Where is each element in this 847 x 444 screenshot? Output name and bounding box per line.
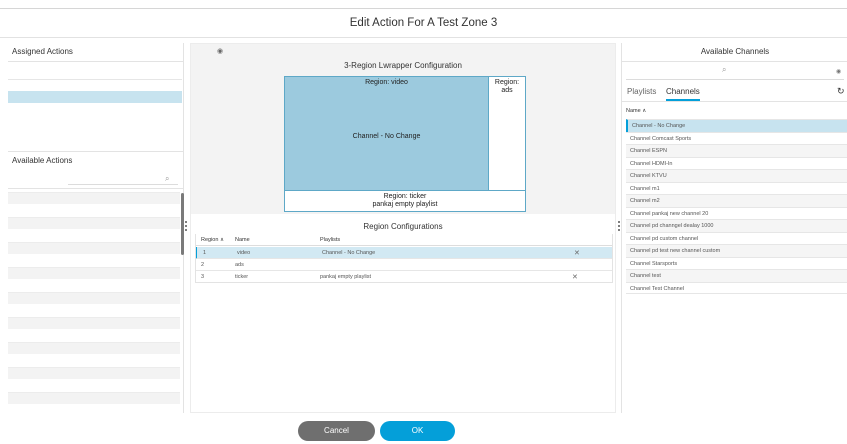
actions-panel: Assigned Actions Available Actions ⌕ xyxy=(0,43,184,413)
divider xyxy=(622,61,847,62)
available-action-row[interactable] xyxy=(8,392,180,404)
available-action-row[interactable] xyxy=(8,317,180,329)
divider xyxy=(8,188,184,189)
dialog-title: Edit Action For A Test Zone 3 xyxy=(349,17,498,29)
region-configurations-title: Region Configurations xyxy=(363,222,443,231)
list-item[interactable]: Channel - No Change xyxy=(626,119,847,132)
available-action-row[interactable] xyxy=(8,267,180,279)
available-channels-title: Available Channels xyxy=(700,47,770,56)
configuration-title: 3-Region Lwrapper Configuration xyxy=(344,61,462,70)
column-header-region[interactable]: Region ∧ xyxy=(201,237,224,243)
list-item[interactable]: Channel ESPN xyxy=(626,144,847,157)
eye-icon[interactable]: ◉ xyxy=(836,68,841,75)
table-row[interactable]: 3 ticker pankaj empty playlist ✕ xyxy=(195,271,613,283)
region-ads-label: Region: ads xyxy=(494,79,520,94)
region-video-content: Channel - No Change xyxy=(352,133,421,140)
list-item[interactable]: Channel pd channgel dealay 1000 xyxy=(626,219,847,232)
sort-up-icon[interactable]: ∧ xyxy=(220,237,224,243)
table-header: Region ∧ Name Playlists xyxy=(195,234,613,246)
divider xyxy=(8,151,184,152)
refresh-icon[interactable]: ↻ xyxy=(837,86,845,97)
available-action-row[interactable] xyxy=(8,367,180,379)
table-row[interactable]: 2 ads xyxy=(195,259,613,271)
list-item[interactable]: Channel pd test new channel custom xyxy=(626,244,847,257)
list-item[interactable]: Channel test xyxy=(626,269,847,282)
search-icon[interactable]: ⌕ xyxy=(722,65,731,74)
sort-up-icon[interactable]: ∧ xyxy=(642,108,646,114)
top-border xyxy=(0,8,847,9)
list-item[interactable]: Channel KTVU xyxy=(626,169,847,182)
remove-icon[interactable]: ✕ xyxy=(574,249,580,257)
title-separator xyxy=(0,37,847,38)
splitter-handle-left[interactable] xyxy=(185,221,188,235)
list-item[interactable]: Channel m2 xyxy=(626,194,847,207)
list-item[interactable]: Channel HDMI-In xyxy=(626,156,847,169)
eye-icon[interactable]: ◉ xyxy=(217,47,223,55)
tab-channels[interactable]: Channels xyxy=(666,87,700,101)
column-header-name[interactable]: Name ∧ xyxy=(626,108,646,114)
list-item[interactable]: Channel Starsports xyxy=(626,256,847,269)
list-item[interactable]: Channel Test Channel xyxy=(626,281,847,294)
list-item[interactable]: Channel m1 xyxy=(626,181,847,194)
available-action-row[interactable] xyxy=(8,292,180,304)
available-actions-title: Available Actions xyxy=(12,156,73,165)
available-action-row[interactable] xyxy=(8,242,180,254)
region-ticker-content: pankaj empty playlist xyxy=(372,201,438,208)
list-item[interactable]: Channel pd custom channel xyxy=(626,231,847,244)
available-action-row[interactable] xyxy=(8,192,180,204)
divider xyxy=(622,101,847,102)
region-ticker-label: Region: ticker xyxy=(383,193,427,200)
search-field-underline[interactable] xyxy=(626,79,844,80)
layout-preview: ◉ 3-Region Lwrapper Configuration Region… xyxy=(191,44,615,214)
tab-playlists[interactable]: Playlists xyxy=(627,87,656,96)
assigned-action-row[interactable] xyxy=(8,79,182,91)
assigned-action-row-selected[interactable] xyxy=(8,91,182,103)
region-video[interactable]: Region: video Channel - No Change xyxy=(284,76,489,191)
remove-icon[interactable]: ✕ xyxy=(572,273,578,281)
column-header-name[interactable]: Name xyxy=(235,237,250,243)
assigned-actions-title: Assigned Actions xyxy=(12,47,73,56)
list-item[interactable]: Channel pankaj new channel 20 xyxy=(626,206,847,219)
region-ads[interactable]: Region: ads xyxy=(489,76,526,191)
cancel-button[interactable]: Cancel xyxy=(298,421,375,441)
layout-panel: ◉ 3-Region Lwrapper Configuration Region… xyxy=(190,43,616,413)
region-video-label: Region: video xyxy=(365,79,408,86)
ok-button[interactable]: OK xyxy=(380,421,455,441)
divider xyxy=(8,61,184,62)
region-ticker[interactable]: Region: ticker pankaj empty playlist xyxy=(284,191,526,212)
list-item[interactable]: Channel Comcast Sports xyxy=(626,131,847,144)
column-header-playlists[interactable]: Playlists xyxy=(320,237,340,243)
available-action-row[interactable] xyxy=(8,342,180,354)
search-field-underline[interactable] xyxy=(68,184,178,185)
search-icon[interactable]: ⌕ xyxy=(165,174,174,183)
table-row[interactable]: 1 video Channel - No Change ✕ xyxy=(195,247,613,259)
scrollbar-thumb[interactable] xyxy=(181,193,184,255)
available-action-row[interactable] xyxy=(8,217,180,229)
channels-panel: Available Channels ⌕ ◉ Playlists Channel… xyxy=(621,43,847,413)
